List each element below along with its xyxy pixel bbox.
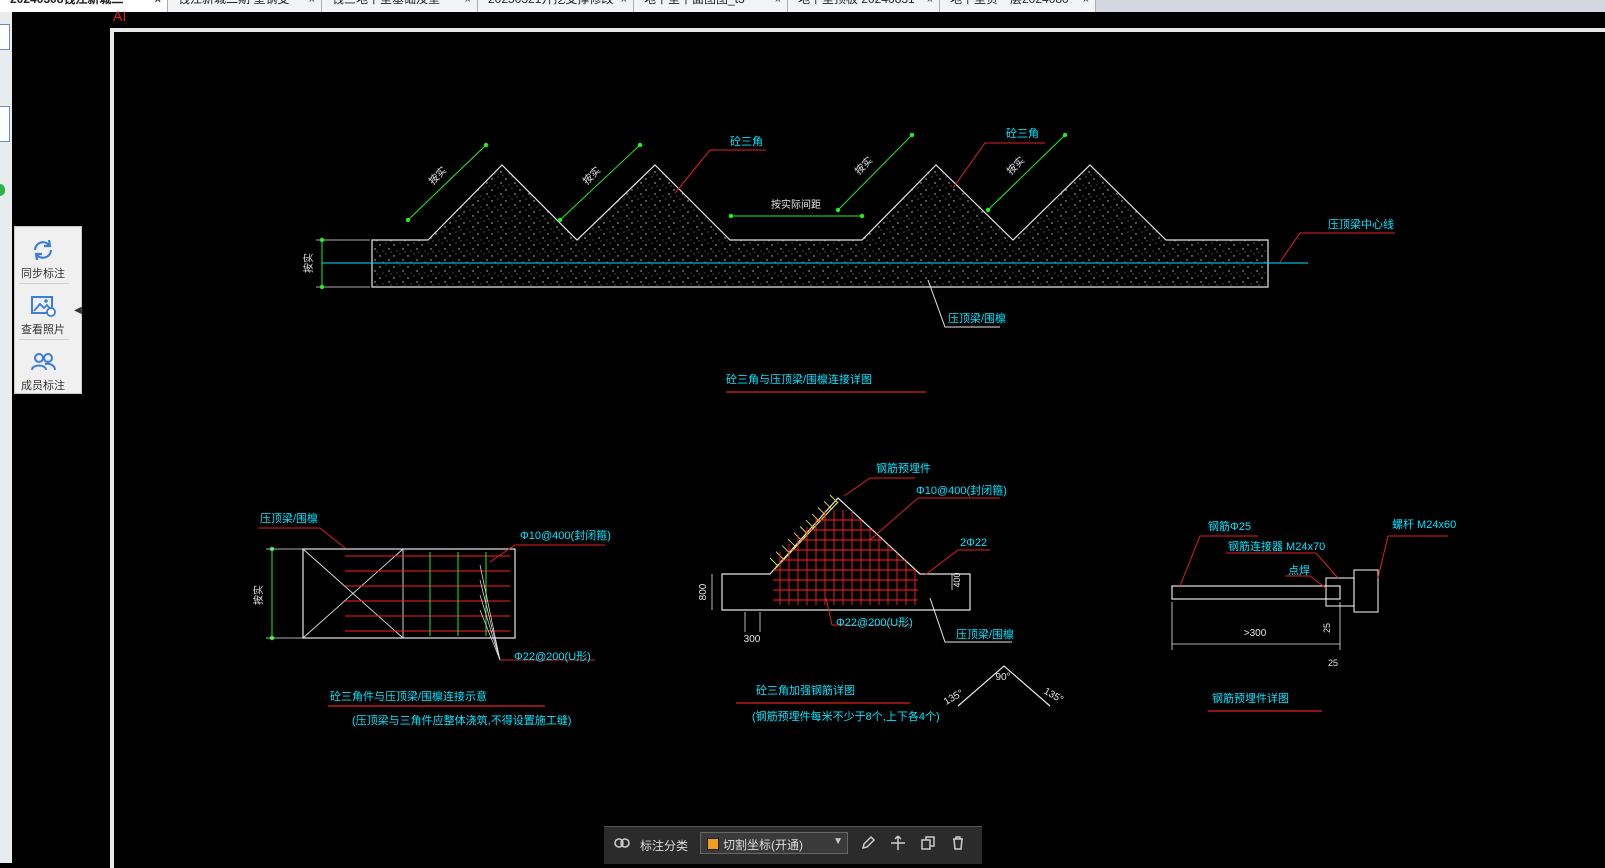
bolt-label: 螺杆 M24x60 <box>1392 517 1456 531</box>
dimension-tick <box>859 213 865 219</box>
angle-label-90: 90° <box>995 672 1010 683</box>
sync-annotation-label: 同步标注 <box>21 268 65 280</box>
leader-fan-line <box>479 609 501 661</box>
beam-label: 压顶梁/围檩 <box>948 311 1006 325</box>
rebar-label: 钢筋Φ25 <box>1208 519 1251 533</box>
angle-label-135b: 135° <box>1042 686 1065 706</box>
leader-line-2bar <box>924 549 990 576</box>
delete-icon[interactable] <box>950 835 966 851</box>
stirrup-label-2: Φ10@400(封闭箍) <box>520 528 611 542</box>
sync-icon <box>33 239 53 261</box>
slant-dimension-label: 按实 <box>1004 154 1027 177</box>
collapse-panel-button[interactable]: ◀ <box>73 303 83 319</box>
beam-label-2: 压顶梁/围檩 <box>260 511 318 525</box>
leader-fan-line <box>479 579 501 661</box>
leader-line-tri1 <box>674 149 766 194</box>
triangle-label-2: 砼三角 <box>1006 127 1039 140</box>
slant-dimension-label: 按实 <box>580 164 603 187</box>
beam-label-3: 压顶梁/围檩 <box>956 627 1014 641</box>
plan-dimension-label: 按实 <box>252 585 265 605</box>
detail-subtitle-3: (钢筋预埋件每米不少于8个,上下各4个) <box>752 709 940 723</box>
annotation-category-select[interactable]: 切割坐标(开通) ▼ <box>700 832 848 854</box>
dimension-tick <box>728 213 734 219</box>
leader-line-stirrup3 <box>869 497 1000 541</box>
center-line-label: 压顶梁中心线 <box>1328 217 1394 231</box>
edit-icon[interactable] <box>860 835 876 851</box>
move-icon[interactable] <box>890 835 906 851</box>
dimension-label-300b: >300 <box>1244 628 1267 639</box>
dimension-label-800: 800 <box>698 583 709 600</box>
chevron-down-icon: ▼ <box>833 836 843 847</box>
ubar-label-2: Φ22@200(U形) <box>514 650 591 663</box>
coupler-label: 钢筋连接器 M24x70 <box>1228 539 1325 553</box>
dimension-tick <box>835 207 841 213</box>
view-photo-label: 查看照片 <box>21 324 65 336</box>
dimension-label-25: 25 <box>1322 623 1332 633</box>
dimension-tick <box>319 237 325 243</box>
reinforcement-section-outline <box>721 497 971 611</box>
stirrup-label-3: Φ10@400(封闭箍) <box>916 483 1007 497</box>
embed-anchor <box>769 557 779 567</box>
photo-icon <box>31 296 56 317</box>
dimension-tick <box>637 142 643 148</box>
gap-dimension-label: 按实际间距 <box>771 198 821 211</box>
leader-line-coupler <box>1226 552 1339 579</box>
dimension-tick <box>909 132 915 138</box>
side-panel-divider <box>19 339 69 340</box>
dimension-tick <box>483 142 489 148</box>
leader-line-beam2 <box>258 527 346 549</box>
weld-label: 点焊 <box>1288 563 1310 577</box>
slant-dimension-line <box>987 134 1066 211</box>
leader-fan-line <box>479 594 501 661</box>
annotation-side-panel: 同步标注 查看照片 成员标注 ◀ <box>14 226 82 394</box>
dimension-tick <box>1062 132 1068 138</box>
bolt-head <box>1353 569 1379 613</box>
member-annotation-label: 成员标注 <box>21 380 65 392</box>
slant-dimension-label: 按实 <box>852 154 875 177</box>
leader-line-bolt <box>1377 535 1448 579</box>
dimension-tick <box>557 217 563 223</box>
dimension-tick <box>985 207 991 213</box>
leader-line-tri2 <box>952 142 1045 189</box>
dimension-label-25b: 25 <box>1328 658 1338 668</box>
detail-title-4: 钢筋预埋件详图 <box>1212 691 1289 705</box>
dimension-tick <box>405 217 411 223</box>
dimension-label-400: 400 <box>952 572 962 587</box>
cad-drawing[interactable]: 按实按实 按实 按实 按实按实际间距砼三角砼三角压顶梁中心线压顶梁/围檩砼三角与压顶梁… <box>0 0 1605 863</box>
members-icon <box>31 353 56 371</box>
member-annotation-button[interactable]: 成员标注 <box>15 343 71 395</box>
dimension-tick <box>319 284 325 290</box>
sync-annotation-button[interactable]: 同步标注 <box>15 231 71 283</box>
two-bar-label: 2Φ22 <box>960 537 987 549</box>
detail-title-2: 砼三角件与压顶梁/围檩连接示意 <box>330 689 487 703</box>
leader-line-center <box>1279 232 1395 263</box>
leader-fan-line <box>479 564 501 661</box>
copy-icon[interactable] <box>920 835 936 851</box>
category-color-swatch <box>707 838 719 850</box>
triangle-label-1: 砼三角 <box>730 135 763 148</box>
side-panel-divider <box>19 283 69 284</box>
angle-label-135a: 135° <box>942 688 965 708</box>
view-photo-button[interactable]: 查看照片 <box>15 287 71 339</box>
dimension-label-300: 300 <box>744 634 761 645</box>
leader-line-stirrup <box>489 544 605 563</box>
height-dimension-label: 按实 <box>302 253 315 273</box>
leader-line-embed <box>843 477 915 497</box>
embed-label: 钢筋预埋件 <box>876 461 931 475</box>
concrete-triangle-beam <box>371 164 1269 288</box>
detail-title-1: 砼三角与压顶梁/围檩连接详图 <box>726 372 872 386</box>
detail-title-3: 砼三角加强钢筋详图 <box>756 683 855 697</box>
slant-dimension-line <box>837 134 913 211</box>
detail-subtitle-2: (压顶梁与三角件应整体浇筑,不得设置施工缝) <box>352 713 571 727</box>
annotation-category-label: 标注分类 <box>640 839 689 853</box>
annotation-status-bar: 标注分类 切割坐标(开通) ▼ <box>604 826 982 864</box>
annotation-category-value: 切割坐标(开通) <box>723 838 803 852</box>
rebar-rod <box>1171 585 1341 600</box>
link-icon[interactable] <box>614 835 630 851</box>
ubar-label-3: Φ22@200(U形) <box>836 616 913 629</box>
